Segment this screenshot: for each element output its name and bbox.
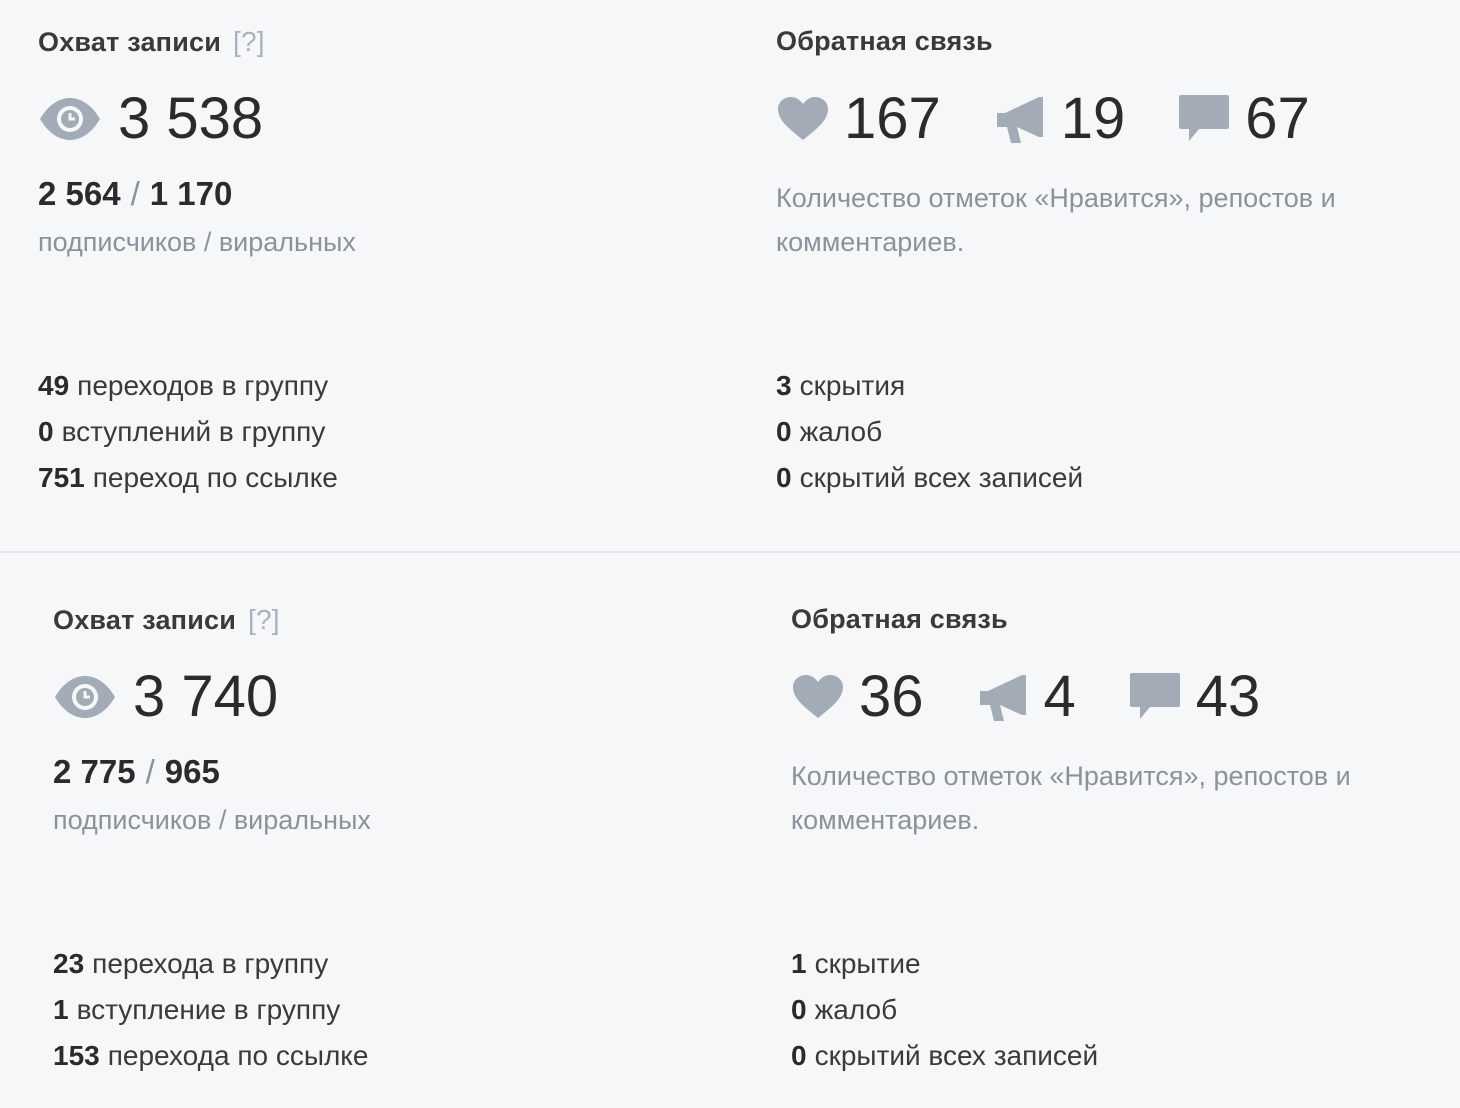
feedback-stats-list: 3 скрытия 0 жалоб 0 скрытий всех записей bbox=[776, 363, 1083, 501]
heart-icon bbox=[776, 96, 830, 142]
reach-subscribers-value: 2 775 bbox=[53, 753, 136, 790]
stat-value: 1 bbox=[53, 994, 69, 1025]
stat-value: 751 bbox=[38, 462, 85, 493]
list-item: 751 переход по ссылке bbox=[38, 455, 338, 501]
reach-stats-list: 23 перехода в группу 1 вступление в группу… bbox=[53, 941, 368, 1079]
list-item: 1 вступление в группу bbox=[53, 987, 368, 1033]
list-item: 153 перехода по ссылке bbox=[53, 1033, 368, 1079]
reach-total-value: 3 740 bbox=[133, 664, 279, 729]
list-item: 1 скрытие bbox=[791, 941, 1098, 987]
reach-split: 2 564/1 170 bbox=[38, 175, 232, 213]
comment-icon bbox=[1128, 671, 1182, 723]
comments-counter: 67 bbox=[1177, 90, 1310, 148]
post-stats-panel: Охват записи [?] 3 538 2 564/1 170 подпис… bbox=[0, 0, 1460, 552]
comments-value: 43 bbox=[1195, 664, 1261, 729]
stat-label: жалоб bbox=[814, 994, 898, 1025]
eye-icon bbox=[38, 96, 102, 142]
reach-heading-label: Охват записи bbox=[38, 27, 222, 57]
reach-stats-list: 49 переходов в группу 0 вступлений в групп… bbox=[38, 363, 338, 501]
reposts-counter: 19 bbox=[995, 86, 1126, 151]
comments-value: 67 bbox=[1245, 86, 1310, 151]
reach-subscribers-value: 2 564 bbox=[38, 175, 121, 212]
stat-label: переход по ссылке bbox=[92, 462, 338, 493]
eye-icon bbox=[53, 674, 117, 720]
stat-label: жалоб bbox=[799, 416, 883, 447]
reach-heading: Охват записи [?] bbox=[53, 604, 280, 636]
feedback-counters: 167 19 67 bbox=[776, 90, 1310, 148]
stat-label: переходов в группу bbox=[77, 370, 329, 401]
stat-value: 0 bbox=[791, 994, 807, 1025]
feedback-stats-list: 1 скрытие 0 жалоб 0 скрытий всех записей bbox=[791, 941, 1098, 1079]
reach-help-link[interactable]: [?] bbox=[248, 604, 280, 635]
stat-value: 49 bbox=[38, 370, 70, 401]
reach-split: 2 775/965 bbox=[53, 753, 220, 791]
comment-icon bbox=[1177, 93, 1231, 145]
reposts-value: 19 bbox=[1060, 86, 1126, 151]
list-item: 0 скрытий всех записей bbox=[776, 455, 1083, 501]
likes-value: 36 bbox=[859, 664, 924, 729]
stat-value: 23 bbox=[53, 948, 85, 979]
feedback-heading: Обратная связь bbox=[791, 604, 1008, 634]
reach-total: 3 538 bbox=[38, 90, 263, 148]
stat-label: перехода по ссылке bbox=[107, 1040, 369, 1071]
reposts-counter: 4 bbox=[978, 668, 1076, 726]
stat-value: 0 bbox=[776, 462, 792, 493]
feedback-caption: Количество отметок «Нравится», репостов … bbox=[776, 183, 1336, 257]
list-item: 0 жалоб bbox=[776, 409, 1083, 455]
reach-heading: Охват записи [?] bbox=[38, 26, 265, 58]
feedback-caption: Количество отметок «Нравится», репостов … bbox=[791, 761, 1351, 835]
feedback-heading: Обратная связь bbox=[776, 26, 993, 56]
stat-value: 0 bbox=[38, 416, 54, 447]
reach-total: 3 740 bbox=[53, 668, 278, 726]
reach-help-link[interactable]: [?] bbox=[233, 26, 265, 57]
stat-value: 0 bbox=[776, 416, 792, 447]
stat-label: вступлений в группу bbox=[61, 416, 326, 447]
megaphone-icon bbox=[995, 93, 1047, 145]
stat-value: 3 bbox=[776, 370, 792, 401]
list-item: 49 переходов в группу bbox=[38, 363, 338, 409]
stat-label: скрытий всех записей bbox=[799, 462, 1084, 493]
reach-split-separator: / bbox=[130, 175, 140, 212]
reach-caption: подписчиков / виральных bbox=[38, 227, 356, 257]
stat-label: скрытие bbox=[814, 948, 921, 979]
megaphone-icon bbox=[978, 671, 1030, 723]
stat-label: скрытия bbox=[799, 370, 906, 401]
list-item: 0 вступлений в группу bbox=[38, 409, 338, 455]
reposts-value: 4 bbox=[1043, 664, 1076, 729]
reach-total-value: 3 538 bbox=[118, 86, 264, 151]
comments-counter: 43 bbox=[1128, 664, 1261, 729]
reach-viral-value: 965 bbox=[164, 753, 220, 790]
reach-viral-value: 1 170 bbox=[149, 175, 233, 212]
stat-label: скрытий всех записей bbox=[814, 1040, 1099, 1071]
list-item: 23 перехода в группу bbox=[53, 941, 368, 987]
list-item: 0 жалоб bbox=[791, 987, 1098, 1033]
list-item: 0 скрытий всех записей bbox=[791, 1033, 1098, 1079]
likes-counter: 36 bbox=[791, 668, 924, 726]
feedback-counters: 36 4 43 bbox=[791, 668, 1260, 726]
post-stats-panel: Охват записи [?] 3 740 2 775/965 подписчи… bbox=[0, 553, 1460, 1108]
likes-counter: 167 bbox=[776, 90, 941, 148]
stat-value: 0 bbox=[791, 1040, 807, 1071]
stat-label: перехода в группу bbox=[92, 948, 329, 979]
reach-split-separator: / bbox=[145, 753, 155, 790]
stat-value: 1 bbox=[791, 948, 807, 979]
heart-icon bbox=[791, 674, 845, 720]
stat-value: 153 bbox=[53, 1040, 100, 1071]
reach-heading-label: Охват записи bbox=[53, 605, 237, 635]
reach-caption: подписчиков / виральных bbox=[53, 805, 371, 835]
stat-label: вступление в группу bbox=[76, 994, 341, 1025]
list-item: 3 скрытия bbox=[776, 363, 1083, 409]
likes-value: 167 bbox=[844, 86, 941, 151]
